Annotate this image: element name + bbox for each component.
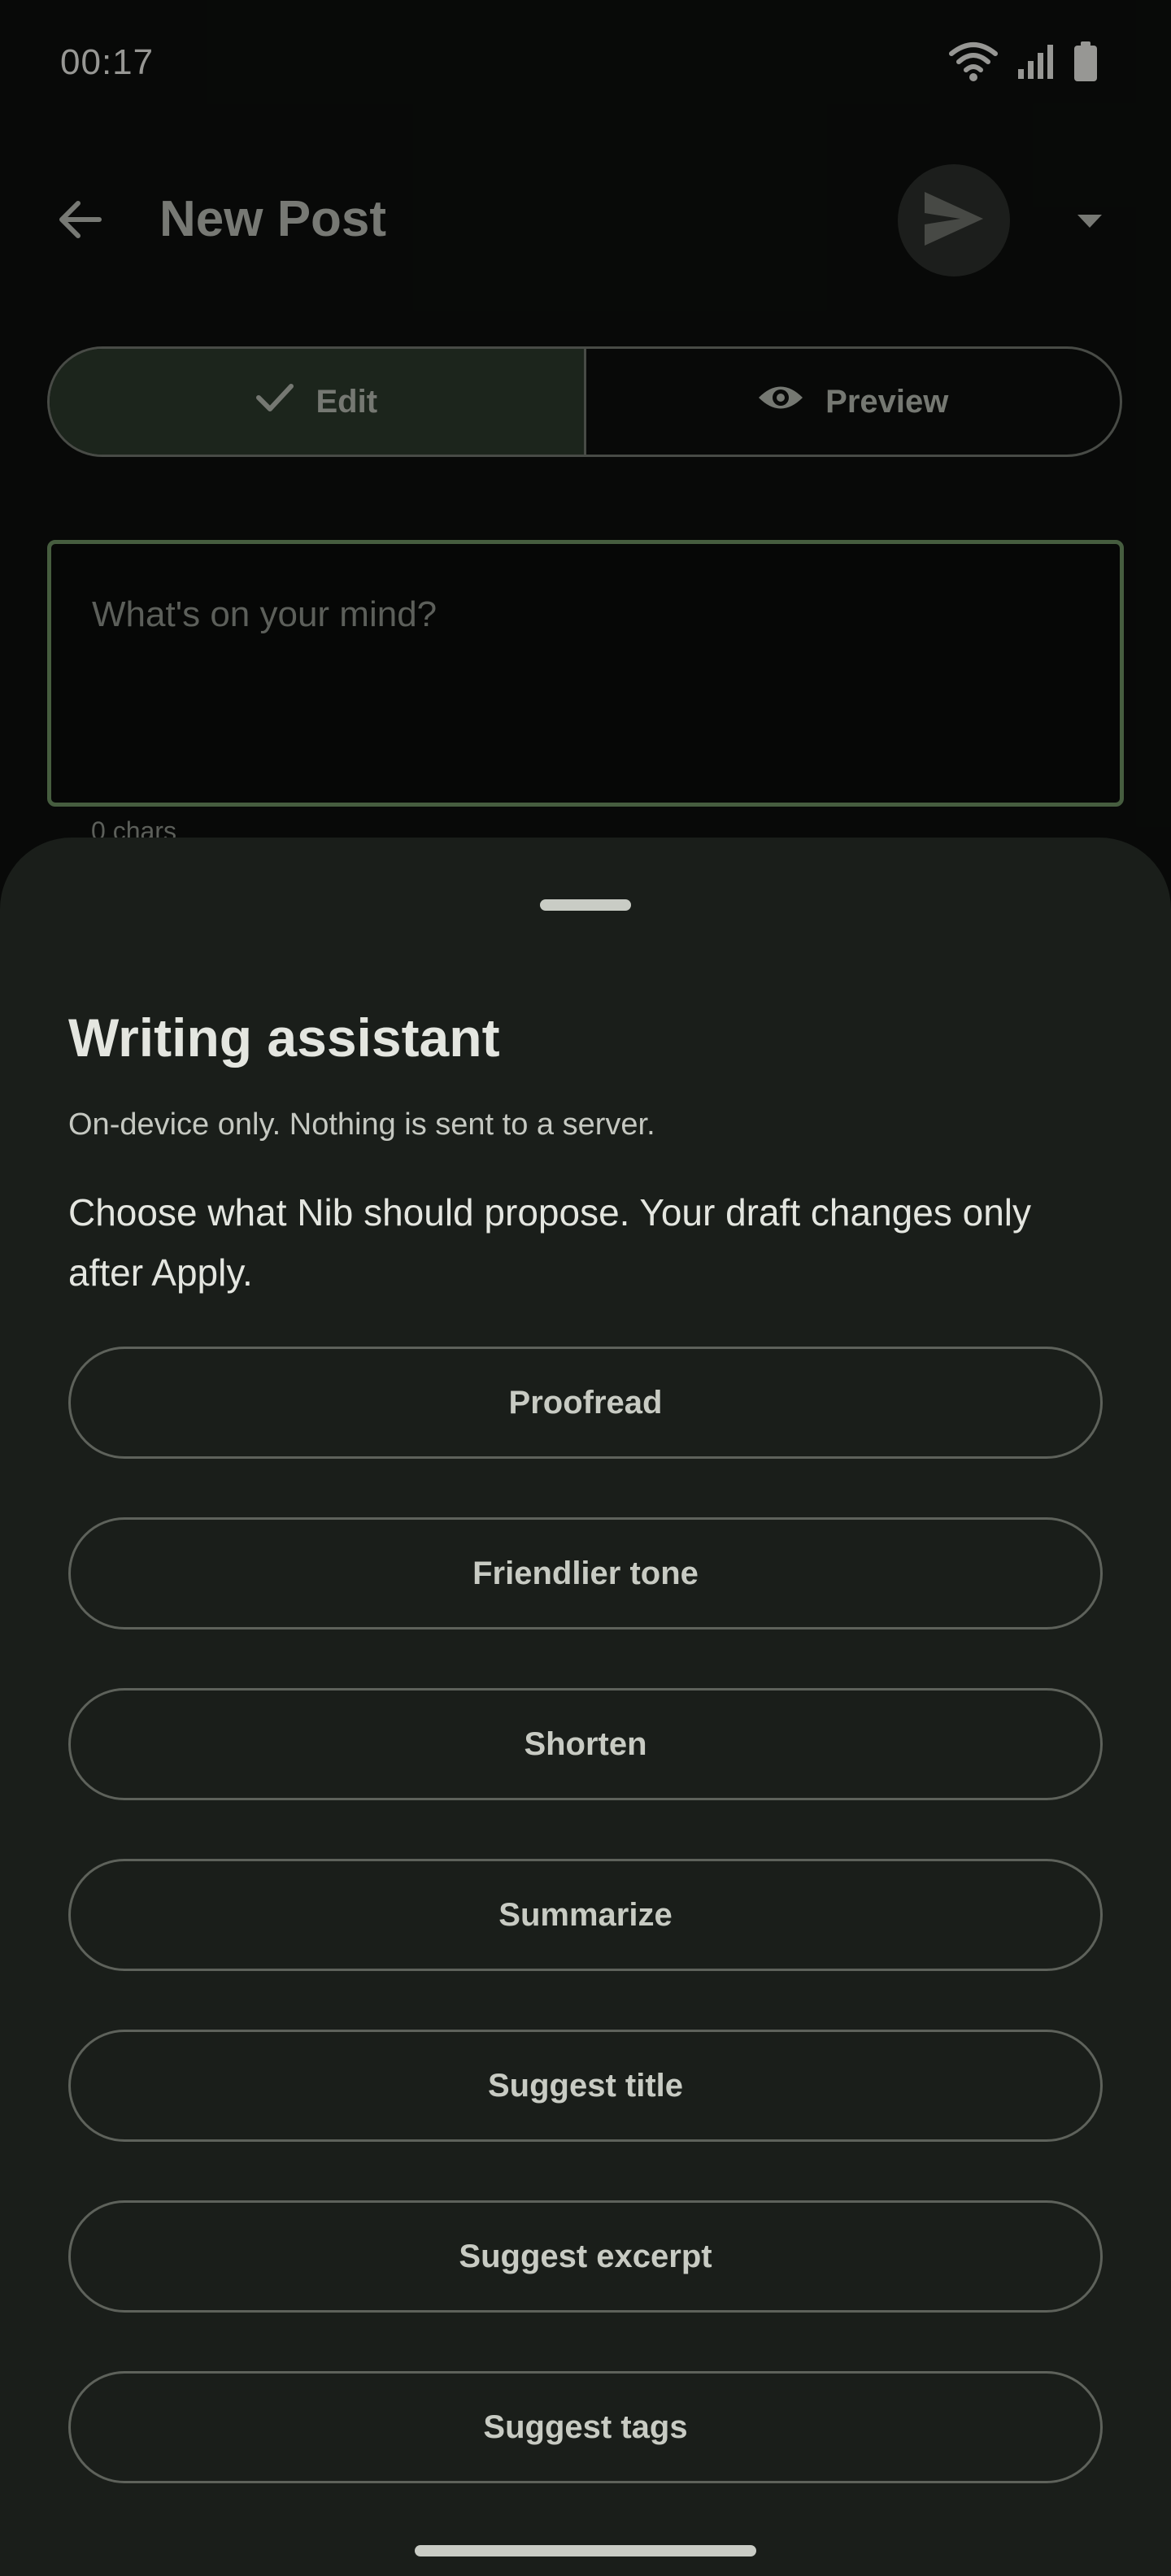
home-indicator[interactable] [415,2545,756,2556]
sheet-description: Choose what Nib should propose. Your dra… [68,1191,1032,1294]
assistant-actions: Proofread Friendlier tone Shorten Summar… [68,1347,1103,2542]
summarize-button[interactable]: Summarize [68,1859,1103,1971]
drag-handle[interactable] [540,899,631,911]
shorten-button[interactable]: Shorten [68,1688,1103,1800]
suggest-tags-button[interactable]: Suggest tags [68,2371,1103,2483]
proofread-button[interactable]: Proofread [68,1347,1103,1459]
writing-assistant-sheet: Writing assistant On-device only. Nothin… [0,838,1171,2576]
suggest-title-button[interactable]: Suggest title [68,2030,1103,2142]
sheet-title: Writing assistant [68,1007,500,1068]
suggest-excerpt-button[interactable]: Suggest excerpt [68,2200,1103,2313]
sheet-privacy-note: On-device only. Nothing is sent to a ser… [68,1107,655,1142]
friendlier-tone-button[interactable]: Friendlier tone [68,1517,1103,1630]
